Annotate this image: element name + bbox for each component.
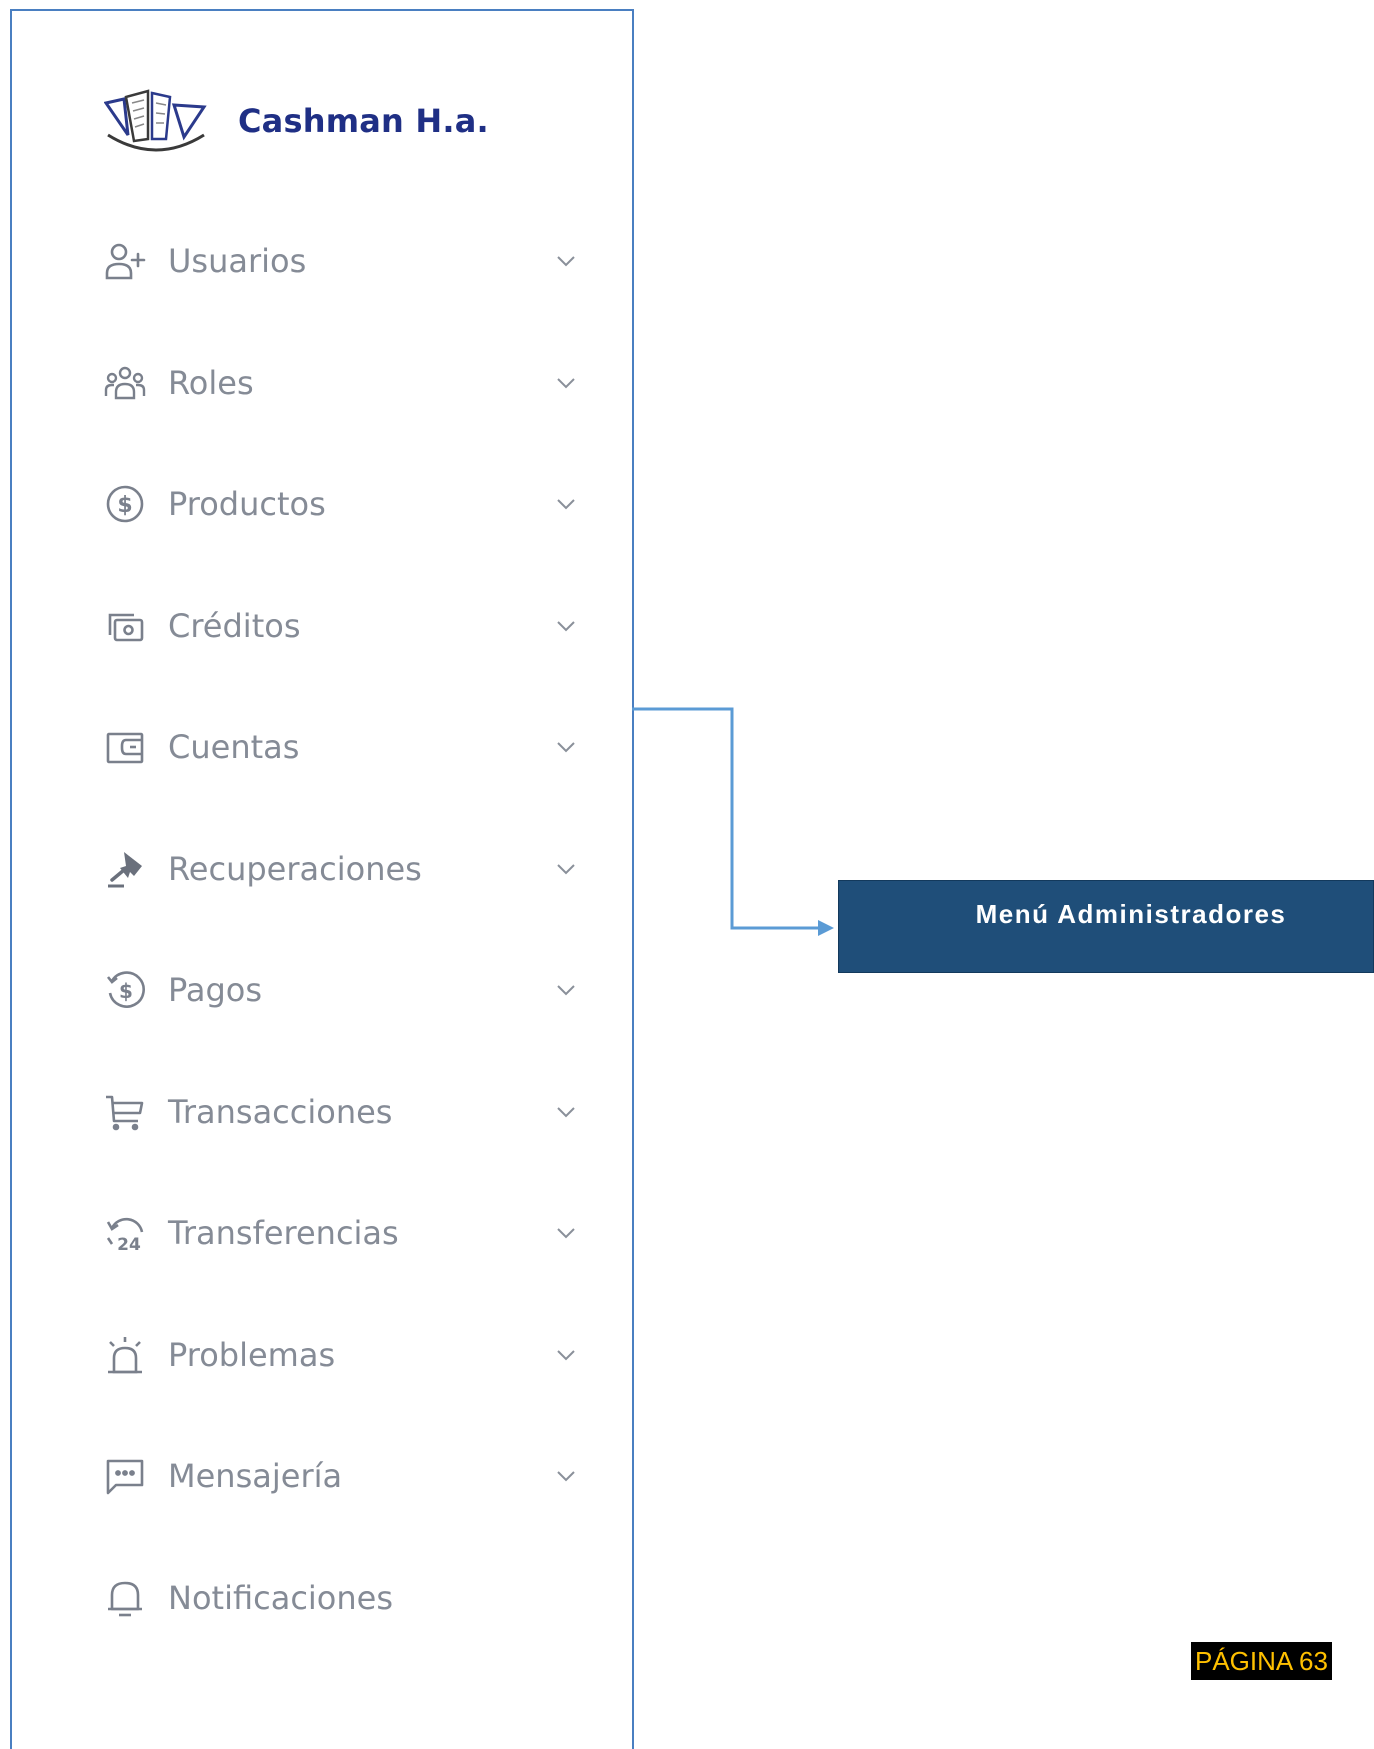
- callout-label: Menú Administradores: [975, 899, 1287, 929]
- page-number: PÁGINA 63: [1191, 1642, 1332, 1680]
- callout-connector-arrow: [632, 707, 834, 936]
- callout-box: Menú Administradores: [838, 880, 1374, 973]
